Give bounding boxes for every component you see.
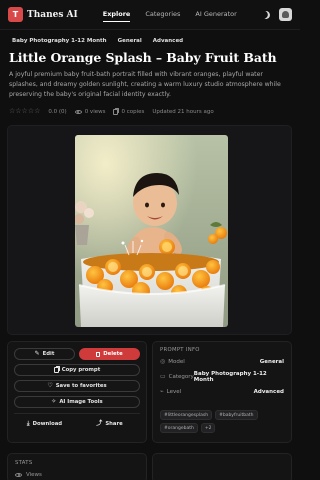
stats-heading: STATS: [15, 460, 33, 466]
views-count: 0 views: [84, 108, 106, 115]
download-icon: ⤓: [26, 420, 30, 427]
copies-count: 0 copies: [121, 108, 145, 115]
delete-label: Delete: [103, 351, 123, 357]
pencil-icon: ✎: [34, 350, 40, 357]
share-icon: ⤴: [96, 420, 103, 427]
tag-more-chip[interactable]: +2: [200, 423, 216, 433]
logo-icon: T: [8, 7, 23, 22]
eye-icon: [74, 109, 82, 114]
copy-icon: [113, 108, 119, 115]
actions-panel: ✎ Edit Delete Copy prompt ♡ Save to favo…: [7, 341, 147, 443]
level-icon: ⌁: [160, 388, 164, 395]
delete-button[interactable]: Delete: [79, 348, 140, 360]
sparkle-icon: ✧: [51, 398, 57, 405]
breadcrumb: Baby Photography 1-12 Month General Adva…: [0, 38, 300, 44]
prompt-info-heading: PROMPT INFO: [160, 347, 200, 353]
breadcrumb-level[interactable]: Advanced: [153, 38, 183, 44]
tag-chip[interactable]: #orangebath: [160, 423, 198, 433]
folder-icon: ▭: [160, 373, 166, 380]
info-row-model: ◎ Model General: [160, 358, 284, 365]
model-key: Model: [168, 358, 185, 365]
ai-image-tools-button[interactable]: ✧ AI Image Tools: [14, 396, 140, 408]
download-button[interactable]: ⤓ Download: [14, 418, 75, 430]
breadcrumb-category[interactable]: Baby Photography 1-12 Month: [12, 38, 107, 44]
copy-icon: [53, 367, 59, 373]
share-button[interactable]: ⤴ Share: [79, 418, 140, 430]
trash-icon: [96, 351, 101, 357]
copies-meta: 0 copies: [113, 108, 145, 115]
level-value: Advanced: [253, 388, 284, 395]
model-icon: ◎: [160, 358, 166, 365]
nav-links: Explore Categories AI Generator: [102, 7, 237, 22]
model-value: General: [259, 358, 284, 365]
eye-icon: [15, 473, 22, 477]
edit-button[interactable]: ✎ Edit: [14, 348, 75, 360]
nav-right: [262, 8, 292, 21]
tag-chip[interactable]: #babyfruitbath: [215, 410, 258, 420]
brand-name: Thanes AI: [27, 9, 78, 20]
page-title: Little Orange Splash – Baby Fruit Bath: [9, 50, 277, 65]
rating-stars-icon[interactable]: ☆☆☆☆☆: [9, 108, 40, 115]
divider: [14, 413, 140, 414]
save-favorites-label: Save to favorites: [55, 383, 107, 389]
category-value[interactable]: Baby Photography 1-12 Month: [194, 371, 284, 383]
stats-views-row: Views: [15, 472, 139, 478]
nav-link-ai-generator[interactable]: AI Generator: [195, 7, 236, 22]
theme-toggle-moon-icon[interactable]: [261, 9, 271, 19]
prompt-info-panel: PROMPT INFO ◎ Model General ▭ Category Bab…: [152, 341, 292, 443]
edit-delete-row: ✎ Edit Delete: [14, 348, 140, 360]
download-label: Download: [32, 421, 63, 427]
top-navbar: T Thanes AI Explore Categories AI Genera…: [0, 0, 300, 30]
secondary-panel: [152, 453, 292, 480]
tag-list: #littleorangesplash #babyfruitbath #oran…: [160, 410, 284, 433]
user-icon: [282, 11, 289, 18]
rating-value: 0.0 (0): [48, 108, 67, 115]
category-key: Category: [168, 373, 194, 380]
stats-panel: STATS Views: [7, 453, 147, 480]
user-avatar[interactable]: [279, 8, 292, 21]
tag-chip[interactable]: #littleorangesplash: [160, 410, 213, 420]
breadcrumb-model[interactable]: General: [118, 38, 142, 44]
level-key: Level: [166, 388, 182, 395]
nav-link-categories[interactable]: Categories: [145, 7, 180, 22]
share-label: Share: [105, 421, 123, 427]
prompt-image[interactable]: [75, 135, 228, 327]
page-description: A joyful premium baby fruit-bath portrai…: [9, 71, 281, 98]
save-favorites-button[interactable]: ♡ Save to favorites: [14, 380, 140, 392]
brand-logo[interactable]: T Thanes AI: [8, 7, 78, 22]
meta-row: ☆☆☆☆☆ 0.0 (0) 0 views 0 copies Updated 2…: [0, 108, 300, 115]
nav-link-explore[interactable]: Explore: [102, 7, 131, 22]
baby-fruit-bath-illustration: [75, 135, 228, 327]
views-meta: 0 views: [74, 108, 106, 115]
info-row-level: ⌁ Level Advanced: [160, 388, 284, 395]
ai-image-tools-label: AI Image Tools: [59, 399, 103, 405]
stats-views-label: Views: [26, 472, 42, 478]
copy-prompt-button[interactable]: Copy prompt: [14, 364, 140, 376]
edit-label: Edit: [42, 351, 55, 357]
download-share-row: ⤓ Download ⤴ Share: [14, 418, 140, 430]
info-row-category: ▭ Category Baby Photography 1-12 Month: [160, 371, 284, 383]
heart-icon: ♡: [47, 382, 53, 389]
updated-time: Updated 21 hours ago: [152, 108, 214, 115]
copy-prompt-label: Copy prompt: [61, 367, 101, 373]
